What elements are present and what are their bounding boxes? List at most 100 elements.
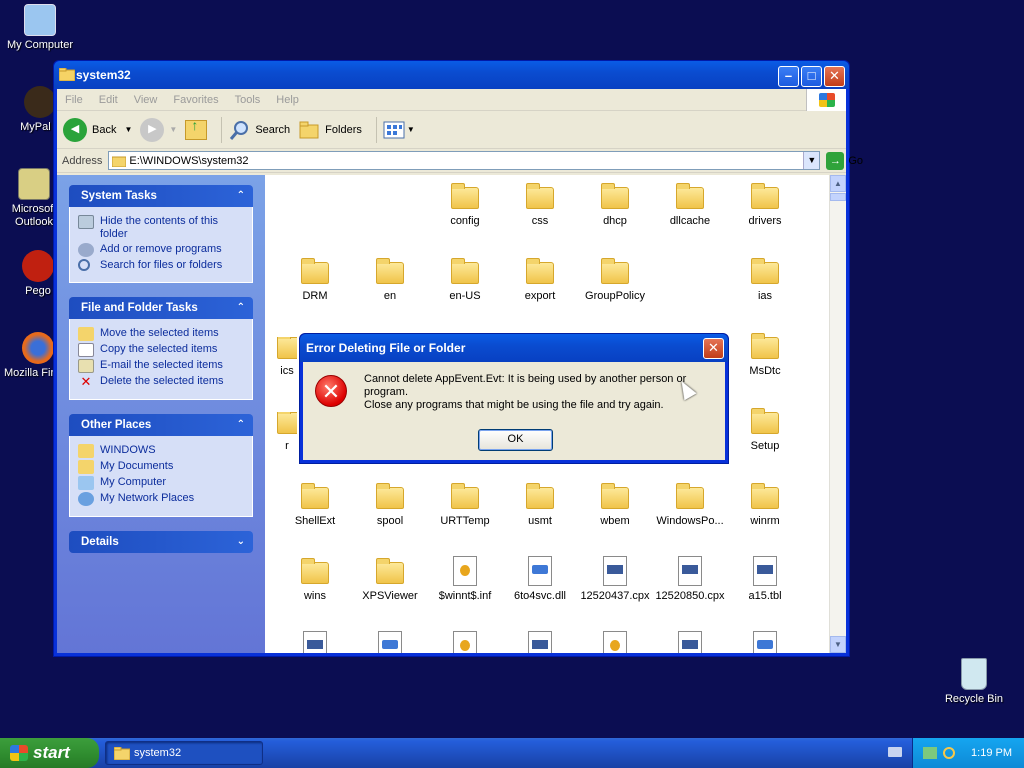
scroll-down-button[interactable]: ▼ bbox=[830, 636, 846, 653]
dialog-titlebar[interactable]: Error Deleting File or Folder ✕ bbox=[300, 334, 728, 362]
system-tray: 1:19 PM bbox=[912, 738, 1024, 768]
folder-item[interactable]: export bbox=[502, 258, 578, 302]
folder-item[interactable]: ShellExt bbox=[277, 483, 353, 527]
folder-item[interactable]: spool bbox=[352, 483, 428, 527]
desktop-icon-recycle-bin[interactable]: Recycle Bin bbox=[934, 658, 1014, 706]
keyboard-icon[interactable] bbox=[888, 747, 902, 757]
file-folder-tasks-panel: File and Folder Tasks ⌃ Move the selected… bbox=[69, 297, 253, 400]
folder-item[interactable]: MsDtc bbox=[727, 333, 803, 377]
place-my-documents[interactable]: My Documents bbox=[78, 460, 244, 474]
chevron-down-icon: ▼ bbox=[406, 125, 415, 134]
up-folder-button[interactable]: ↑ bbox=[185, 117, 208, 140]
task-move-items[interactable]: Move the selected items bbox=[78, 327, 244, 341]
folder-item[interactable]: winrm bbox=[727, 483, 803, 527]
file-label: en bbox=[383, 290, 397, 302]
minimize-button[interactable]: – bbox=[778, 66, 799, 87]
search-button[interactable]: Search bbox=[228, 119, 290, 141]
copy-icon bbox=[78, 343, 94, 357]
file-item[interactable]: a15.tbl bbox=[727, 556, 803, 602]
menu-help[interactable]: Help bbox=[276, 94, 299, 106]
clock[interactable]: 1:19 PM bbox=[971, 747, 1012, 759]
file-item[interactable]: 12520850.cpx bbox=[652, 556, 728, 602]
folder-item[interactable]: dllcache bbox=[652, 183, 728, 227]
desktop-icon-my-computer[interactable]: My Computer bbox=[0, 4, 80, 52]
scroll-thumb[interactable] bbox=[830, 193, 846, 201]
folder-item[interactable]: en bbox=[352, 258, 428, 302]
folder-item[interactable]: usmt bbox=[502, 483, 578, 527]
task-copy-items[interactable]: Copy the selected items bbox=[78, 343, 244, 357]
place-my-network-places[interactable]: My Network Places bbox=[78, 492, 244, 506]
file-item[interactable]: 6to4svc.dll bbox=[502, 556, 578, 602]
task-hide-contents[interactable]: Hide the contents of this folder bbox=[78, 215, 244, 241]
file-item[interactable] bbox=[577, 631, 653, 653]
folder-icon bbox=[301, 483, 329, 509]
scroll-up-button[interactable]: ▲ bbox=[830, 175, 846, 192]
folder-item[interactable]: wins bbox=[277, 558, 353, 602]
folder-item[interactable]: r bbox=[277, 412, 297, 452]
search-icon bbox=[78, 259, 90, 271]
folder-item[interactable]: ics bbox=[277, 337, 297, 377]
dll-file-icon bbox=[378, 631, 402, 653]
network-tray-icon[interactable] bbox=[923, 747, 938, 759]
ok-button[interactable]: OK bbox=[478, 429, 553, 451]
panel-header[interactable]: System Tasks ⌃ bbox=[69, 185, 253, 207]
folder-item[interactable]: Setup bbox=[727, 408, 803, 452]
folder-item[interactable]: WindowsPo... bbox=[652, 483, 728, 527]
panel-header[interactable]: Details ⌄ bbox=[69, 531, 253, 553]
folder-item[interactable]: GroupPolicy bbox=[577, 258, 653, 302]
file-item[interactable] bbox=[427, 631, 503, 653]
task-email-items[interactable]: E-mail the selected items bbox=[78, 359, 244, 373]
task-add-remove-programs[interactable]: Add or remove programs bbox=[78, 243, 244, 257]
menu-tools[interactable]: Tools bbox=[235, 94, 261, 106]
folder-item[interactable]: config bbox=[427, 183, 503, 227]
start-button[interactable]: start bbox=[0, 738, 99, 768]
folder-icon bbox=[751, 483, 779, 509]
back-button[interactable]: ◀ Back ▼ bbox=[63, 117, 132, 142]
file-label: ias bbox=[757, 290, 773, 302]
file-item[interactable] bbox=[502, 631, 578, 653]
folder-item[interactable]: wbem bbox=[577, 483, 653, 527]
file-item[interactable] bbox=[277, 631, 353, 653]
go-button[interactable]: → Go bbox=[826, 151, 863, 170]
address-dropdown-button[interactable]: ▼ bbox=[803, 152, 820, 169]
menu-file[interactable]: File bbox=[65, 94, 83, 106]
folders-button[interactable]: Folders bbox=[298, 120, 362, 140]
place-my-computer[interactable]: My Computer bbox=[78, 476, 244, 490]
menu-favorites[interactable]: Favorites bbox=[173, 94, 218, 106]
window-titlebar[interactable]: system32 – □ ✕ bbox=[54, 61, 849, 89]
folder-item[interactable]: ias bbox=[727, 258, 803, 302]
folder-icon bbox=[112, 156, 127, 167]
dialog-close-button[interactable]: ✕ bbox=[703, 338, 724, 359]
task-search-files[interactable]: Search for files or folders bbox=[78, 259, 244, 272]
address-bar: Address E:\WINDOWS\system32 ▼ → Go bbox=[57, 149, 863, 173]
folder-item[interactable]: css bbox=[502, 183, 578, 227]
folder-item[interactable]: drivers bbox=[727, 183, 803, 227]
forward-button[interactable]: ▶ ▼ bbox=[140, 117, 177, 142]
file-item[interactable]: 12520437.cpx bbox=[577, 556, 653, 602]
vertical-scrollbar[interactable]: ▲ ▼ bbox=[829, 175, 846, 653]
file-item[interactable] bbox=[652, 631, 728, 653]
collapse-icon: ⌃ bbox=[236, 302, 245, 313]
place-windows[interactable]: WINDOWS bbox=[78, 444, 244, 458]
panel-header[interactable]: Other Places ⌃ bbox=[69, 414, 253, 436]
folder-icon bbox=[751, 258, 779, 284]
search-tray-icon[interactable] bbox=[943, 747, 956, 759]
close-button[interactable]: ✕ bbox=[824, 66, 845, 87]
folder-item[interactable]: XPSViewer bbox=[352, 558, 428, 602]
file-item[interactable] bbox=[352, 631, 428, 653]
folder-item[interactable]: DRM bbox=[277, 258, 353, 302]
views-button[interactable]: ▼ bbox=[383, 120, 415, 140]
folder-item[interactable]: en-US bbox=[427, 258, 503, 302]
menu-view[interactable]: View bbox=[134, 94, 158, 106]
file-item[interactable] bbox=[727, 631, 803, 653]
folder-icon bbox=[301, 558, 329, 584]
taskbar-item-system32[interactable]: system32 bbox=[105, 741, 263, 765]
file-item[interactable]: $winnt$.inf bbox=[427, 556, 503, 602]
folder-item[interactable]: dhcp bbox=[577, 183, 653, 227]
address-input[interactable]: E:\WINDOWS\system32 ▼ bbox=[108, 151, 821, 170]
folder-item[interactable]: URTTemp bbox=[427, 483, 503, 527]
task-delete-items[interactable]: ✕ Delete the selected items bbox=[78, 375, 244, 389]
panel-header[interactable]: File and Folder Tasks ⌃ bbox=[69, 297, 253, 319]
menu-edit[interactable]: Edit bbox=[99, 94, 118, 106]
maximize-button[interactable]: □ bbox=[801, 66, 822, 87]
